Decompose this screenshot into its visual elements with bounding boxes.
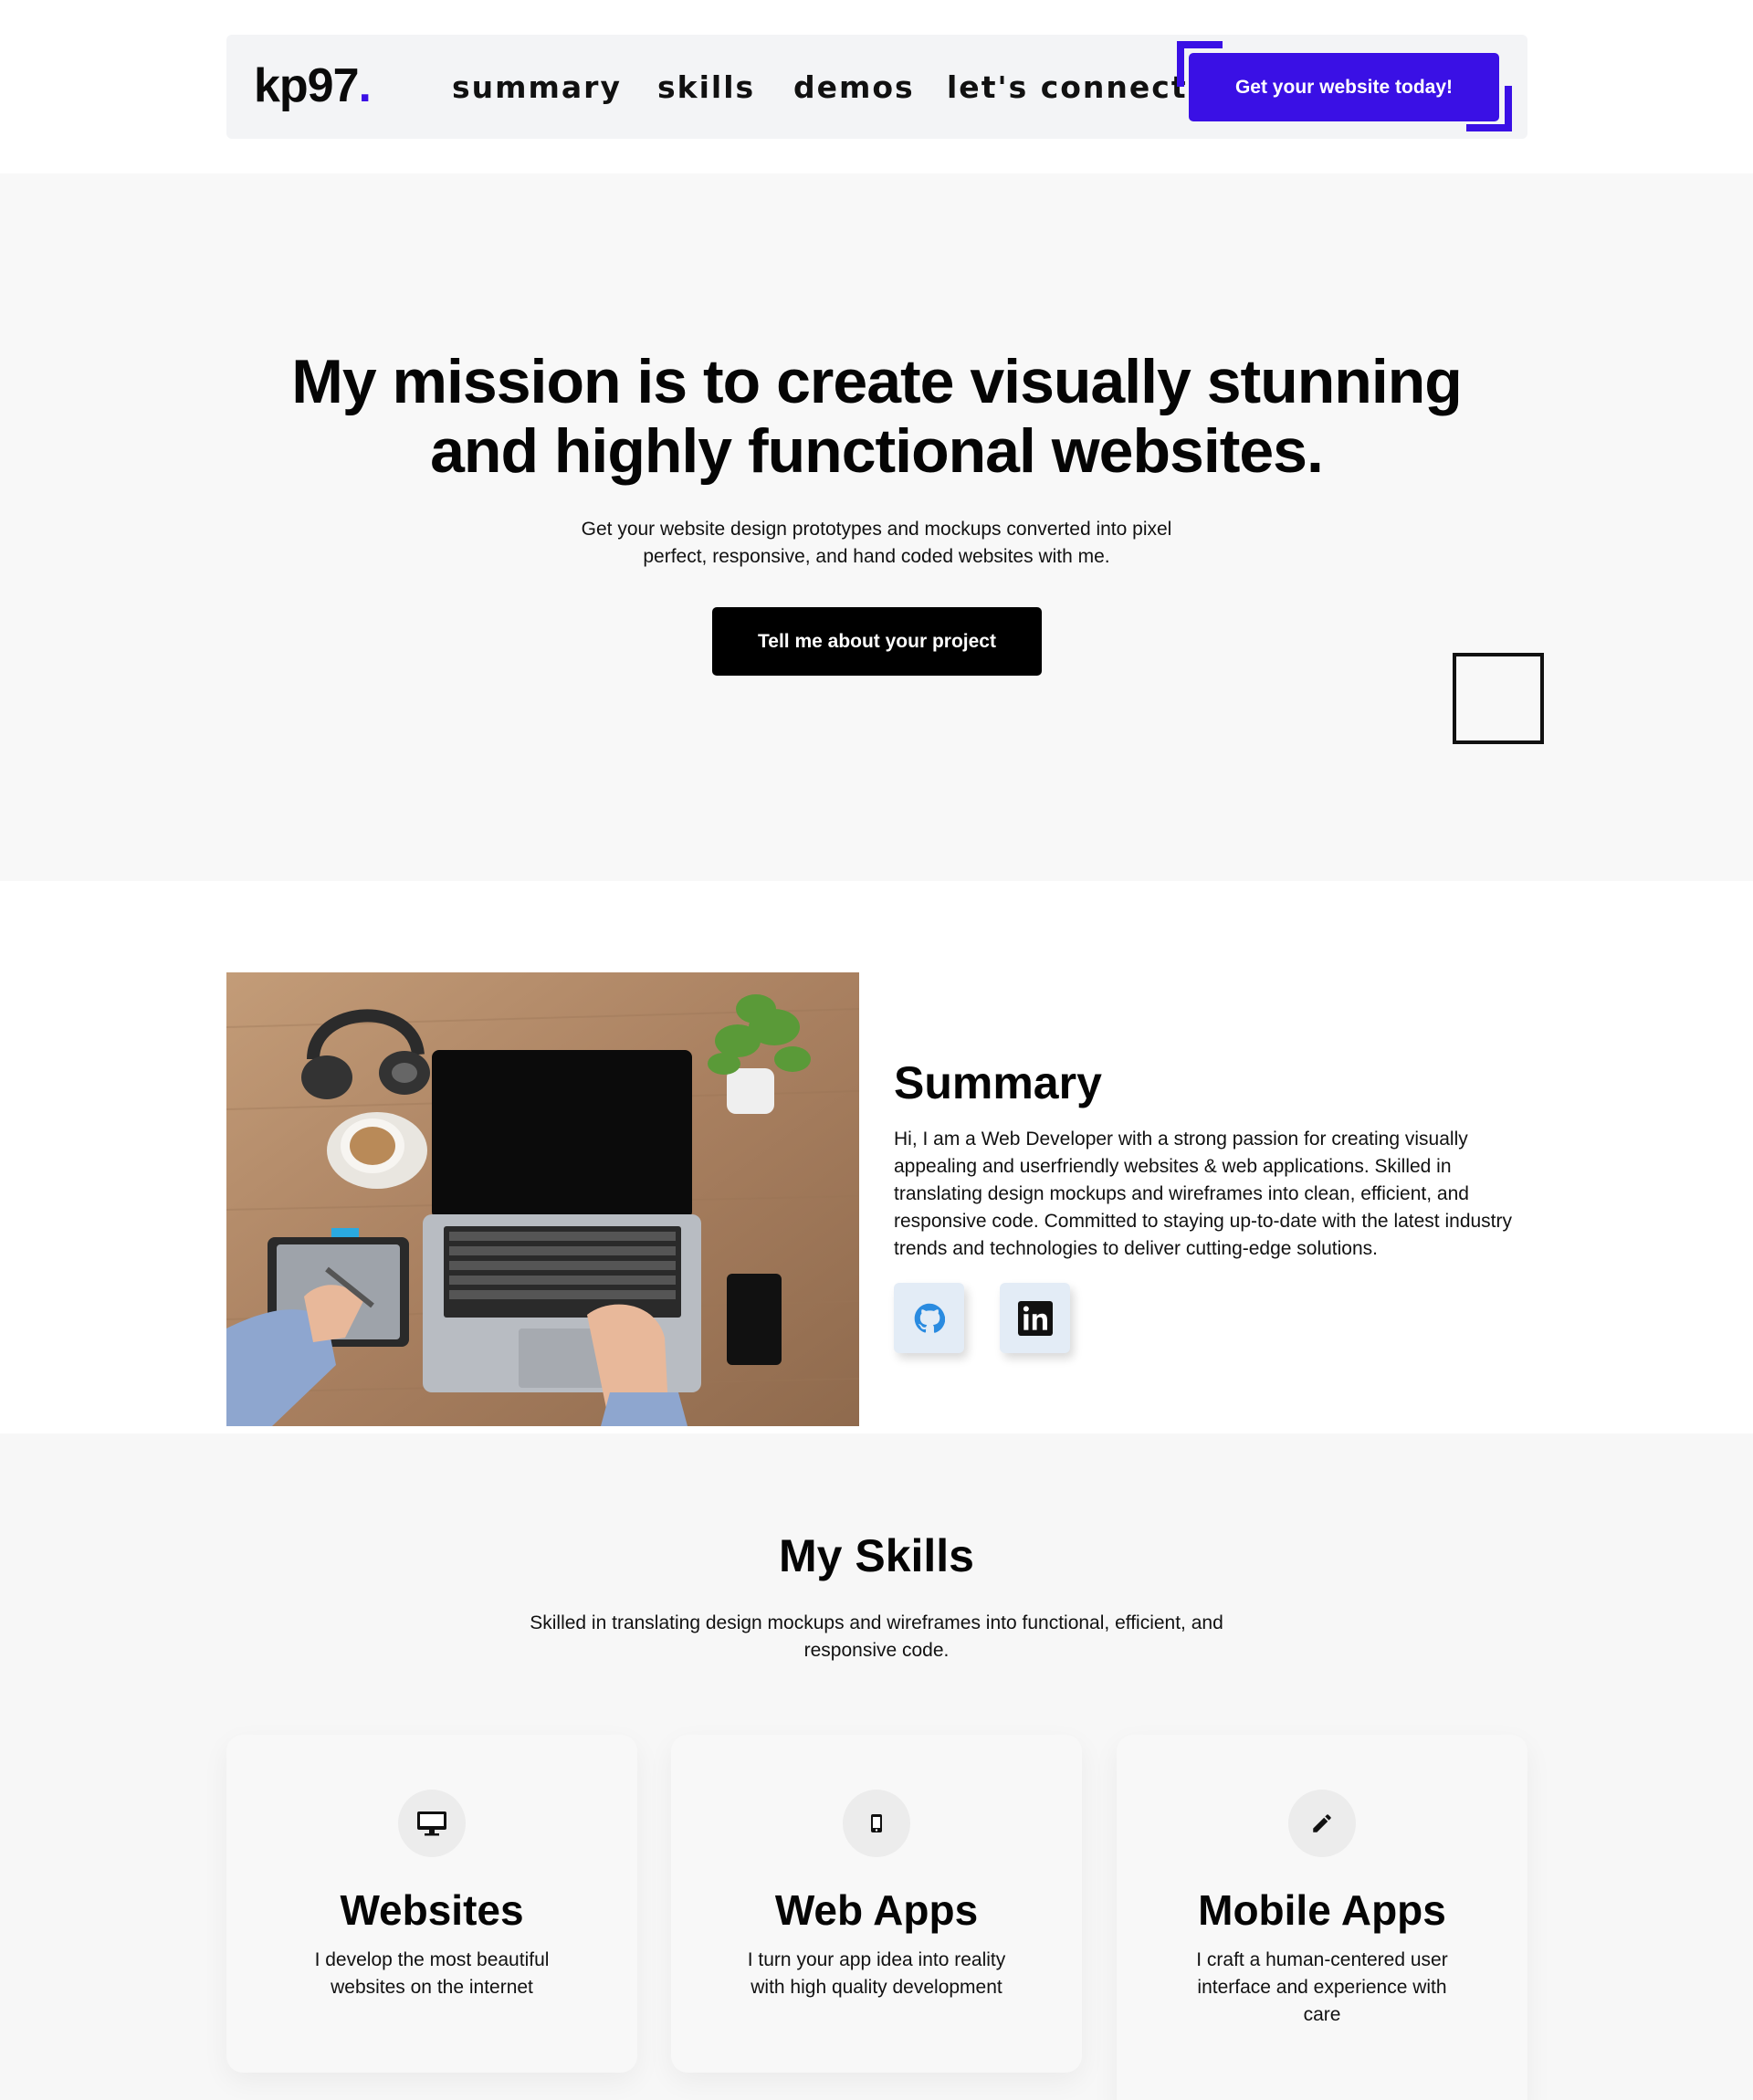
skills-subtitle-line-1: Skilled in translating design mockups an… [530, 1612, 1223, 1633]
nav-link-connect[interactable]: let's connect [947, 69, 1188, 105]
card-icon-circle [843, 1790, 910, 1857]
skills-subtitle-line-2: responsive code. [803, 1640, 950, 1661]
workspace-photo [226, 972, 859, 1426]
site-header: kp97. summary skills demos let's connect… [0, 0, 1753, 173]
monitor-icon [417, 1811, 446, 1836]
skill-card-mobile-apps: Mobile Apps I craft a human-centered use… [1117, 1735, 1527, 2100]
logo-text: kp97 [254, 59, 360, 112]
hero-title: My mission is to create visually stunnin… [146, 347, 1607, 486]
card-icon-circle [1288, 1790, 1356, 1857]
mobile-icon [871, 1814, 882, 1832]
github-link[interactable] [894, 1283, 964, 1353]
card-title: Mobile Apps [1198, 1886, 1446, 1934]
hero-title-line-1: My mission is to create visually stunnin… [291, 347, 1463, 416]
linkedin-icon [1017, 1300, 1053, 1336]
summary-text: Hi, I am a Web Developer with a strong p… [894, 1129, 1513, 1259]
hero-title-line-2: and highly functional websites. [430, 416, 1324, 486]
card-text: I turn your app idea into reality with h… [747, 1949, 1006, 1998]
summary-title: Summary [894, 1057, 1102, 1108]
nav-link-skills[interactable]: skills [657, 69, 755, 105]
skills-section: My Skills Skilled in translating design … [0, 1433, 1753, 2100]
nav-link-demos[interactable]: demos [793, 69, 915, 105]
linkedin-link[interactable] [1000, 1283, 1070, 1353]
hero-subtitle-line-2: perfect, responsive, and hand coded webs… [643, 546, 1110, 567]
logo-dot: . [358, 59, 372, 112]
hero-subtitle: Get your website design prototypes and m… [511, 516, 1242, 571]
summary-section: Summary Hi, I am a Web Developer with a … [0, 881, 1753, 1433]
card-text: I develop the most beautiful websites on… [314, 1949, 550, 1998]
nav-link-summary[interactable]: summary [452, 69, 622, 105]
logo[interactable]: kp97. [254, 58, 372, 113]
card-title: Websites [340, 1886, 524, 1934]
skill-card-websites: Websites I develop the most beautiful we… [226, 1735, 637, 2073]
skills-subtitle: Skilled in translating design mockups an… [484, 1610, 1269, 1664]
skill-card-web-apps: Web Apps I turn your app idea into reali… [671, 1735, 1082, 2073]
pencil-icon [1313, 1814, 1331, 1832]
get-website-button[interactable]: Get your website today! [1189, 53, 1499, 121]
hero-section: My mission is to create visually stunnin… [0, 173, 1753, 881]
tell-me-about-project-button[interactable]: Tell me about your project [712, 607, 1042, 676]
hero-subtitle-line-1: Get your website design prototypes and m… [581, 519, 1172, 540]
card-text: I craft a human-centered user interface … [1196, 1949, 1448, 2025]
card-icon-circle [398, 1790, 466, 1857]
workspace-illustration [226, 972, 859, 1426]
decorative-square [1453, 653, 1544, 744]
skills-title: My Skills [779, 1530, 974, 1581]
card-title: Web Apps [774, 1886, 979, 1934]
github-icon [914, 1303, 945, 1333]
